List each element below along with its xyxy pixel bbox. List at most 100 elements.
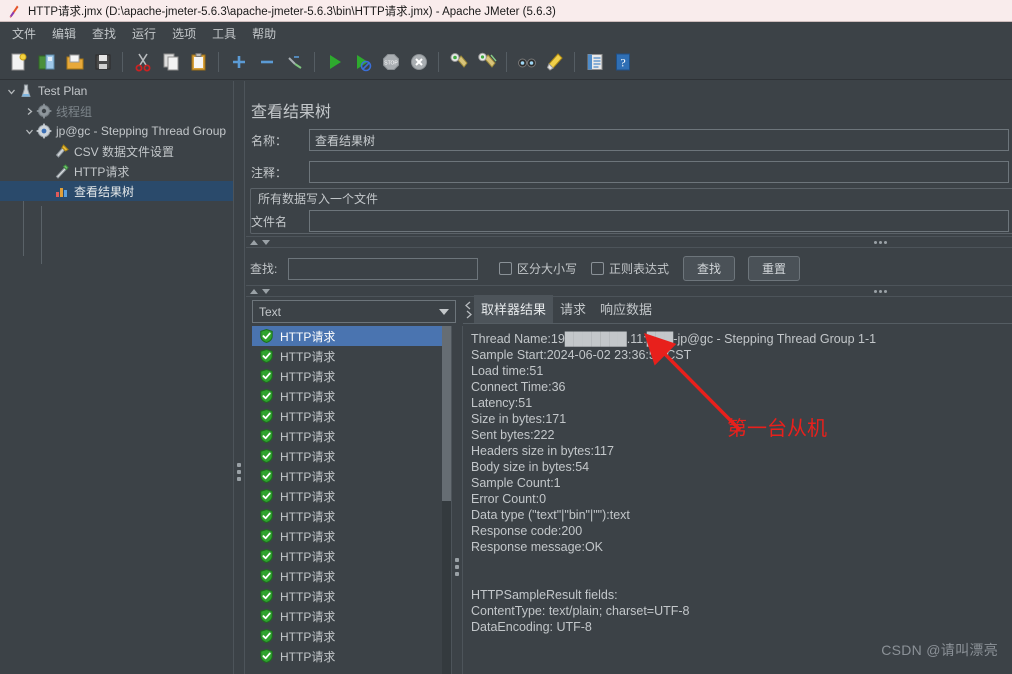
menu-edit[interactable]: 编辑	[44, 23, 84, 44]
tree-node-view-results-tree[interactable]: 查看结果树	[0, 181, 233, 201]
save-icon[interactable]	[89, 49, 116, 76]
result-list-item[interactable]: HTTP请求	[252, 386, 442, 406]
detail-line: Data type ("text"|"bin"|""):text	[471, 508, 630, 522]
toggle-icon[interactable]	[281, 49, 308, 76]
open-icon[interactable]	[61, 49, 88, 76]
renderer-select[interactable]: Text	[252, 300, 456, 323]
collapse-all-icon[interactable]	[253, 49, 280, 76]
collapse-down-icon[interactable]	[262, 288, 270, 294]
regex-checkbox[interactable]	[591, 262, 605, 275]
test-plan-tree[interactable]: Test Plan 线程组 jp@gc - Stepping Thread Gr…	[0, 81, 233, 674]
tree-node-stepping-thread-group[interactable]: jp@gc - Stepping Thread Group	[0, 121, 233, 141]
help-icon[interactable]: ?	[609, 49, 636, 76]
tree-guide-line	[41, 206, 42, 264]
result-list-item[interactable]: HTTP请求	[252, 546, 442, 566]
result-list-item[interactable]: HTTP请求	[252, 346, 442, 366]
filename-input[interactable]	[309, 210, 1009, 232]
chevron-down-icon[interactable]	[439, 308, 449, 315]
collapse-down-icon[interactable]	[262, 239, 270, 245]
tree-node-http-request[interactable]: HTTP请求	[0, 161, 233, 181]
tree-node-test-plan[interactable]: Test Plan	[0, 81, 233, 101]
chevron-down-icon[interactable]	[22, 124, 36, 138]
search-reset-icon[interactable]	[541, 49, 568, 76]
success-shield-icon	[260, 388, 273, 404]
tab-scroll-arrows-icon[interactable]	[463, 297, 474, 323]
menu-search[interactable]: 查找	[84, 23, 124, 44]
sampler-result-detail[interactable]: Thread Name:19███████.11:███-jp@gc - Ste…	[463, 326, 1012, 674]
name-label: 名称：	[251, 133, 288, 148]
tree-node-thread-group[interactable]: 线程组	[0, 101, 233, 121]
tree-panel-splitter[interactable]	[233, 81, 245, 674]
search-input[interactable]	[288, 257, 478, 280]
result-detail-splitter[interactable]	[451, 326, 463, 674]
result-list-item[interactable]: HTTP请求	[252, 526, 442, 546]
result-list-item[interactable]: HTTP请求	[252, 466, 442, 486]
detail-line: ContentType: text/plain; charset=UTF-8	[471, 604, 690, 618]
result-list-item[interactable]: HTTP请求	[252, 566, 442, 586]
reset-button[interactable]: 重置	[748, 256, 801, 281]
case-sensitive-checkbox[interactable]	[499, 262, 512, 275]
result-list-item[interactable]: HTTP请求	[252, 646, 442, 666]
copy-icon[interactable]	[157, 49, 184, 76]
result-list-item[interactable]: HTTP请求	[252, 606, 442, 626]
menu-help[interactable]: 帮助	[244, 23, 284, 44]
search-icon[interactable]	[513, 49, 540, 76]
tree-node-label: jp@gc - Stepping Thread Group	[56, 124, 227, 138]
splitter-grip[interactable]	[237, 463, 241, 484]
divider-dots[interactable]	[874, 240, 887, 244]
templates-icon[interactable]	[33, 49, 60, 76]
comment-input[interactable]	[309, 161, 1009, 183]
collapse-up-icon[interactable]	[250, 239, 258, 245]
success-shield-icon	[260, 408, 273, 424]
cut-icon[interactable]	[129, 49, 156, 76]
detail-line: Load time:51	[471, 364, 544, 378]
start-no-pauses-icon[interactable]	[349, 49, 376, 76]
clear-all-icon[interactable]	[473, 49, 500, 76]
shutdown-icon[interactable]	[405, 49, 432, 76]
result-list-item[interactable]: HTTP请求	[252, 366, 442, 386]
chevron-down-icon[interactable]	[4, 84, 18, 98]
result-list-item[interactable]: HTTP请求	[252, 586, 442, 606]
tree-node-csv-data-set[interactable]: CSV 数据文件设置	[0, 141, 233, 161]
find-button[interactable]: 查找	[683, 256, 736, 281]
result-list-item[interactable]: HTTP请求	[252, 486, 442, 506]
tab-request[interactable]: 请求	[553, 295, 593, 323]
function-helper-icon[interactable]	[581, 49, 608, 76]
divider-dots[interactable]	[874, 289, 887, 293]
start-icon[interactable]	[321, 49, 348, 76]
watermark: CSDN @请叫漂亮	[881, 642, 998, 658]
new-icon[interactable]	[5, 49, 32, 76]
panel-divider-top[interactable]	[246, 236, 1012, 248]
tree-node-label: 查看结果树	[74, 184, 135, 199]
result-list-scrollbar[interactable]	[442, 326, 451, 674]
result-list-item[interactable]: HTTP请求	[252, 626, 442, 646]
menu-options[interactable]: 选项	[164, 23, 204, 44]
menu-run[interactable]: 运行	[124, 23, 164, 44]
result-list-item-label: HTTP请求	[280, 649, 336, 664]
menu-bar: 文件 编辑 查找 运行 选项 工具 帮助	[0, 22, 1012, 45]
test-plan-icon	[18, 83, 34, 99]
toolbar-separator	[506, 52, 507, 72]
result-list-item[interactable]: HTTP请求	[252, 426, 442, 446]
name-input[interactable]	[309, 129, 1009, 151]
chevron-right-icon[interactable]	[22, 104, 36, 118]
splitter-grip[interactable]	[455, 558, 459, 579]
result-list-item[interactable]: HTTP请求	[252, 406, 442, 426]
result-list-item[interactable]: HTTP请求	[252, 446, 442, 466]
sampler-result-list[interactable]: HTTP请求 HTTP请求 HTTP请求 HTTP请求 HTTP请求 HTTP请求 HTTP…	[252, 326, 442, 674]
tab-sampler-result[interactable]: 取样器结果	[474, 295, 554, 323]
paste-icon[interactable]	[185, 49, 212, 76]
result-list-item[interactable]: HTTP请求	[252, 506, 442, 526]
clear-icon[interactable]	[445, 49, 472, 76]
collapse-up-icon[interactable]	[250, 288, 258, 294]
menu-tools[interactable]: 工具	[204, 23, 244, 44]
scrollbar-thumb[interactable]	[442, 326, 451, 501]
stop-icon[interactable]: STOP	[377, 49, 404, 76]
menu-file[interactable]: 文件	[4, 23, 44, 44]
expand-all-icon[interactable]	[225, 49, 252, 76]
jmeter-window: HTTP请求.jmx (D:\apache-jmeter-5.6.3\apach…	[0, 0, 1012, 674]
write-all-data-legend: 所有数据写入一个文件	[254, 190, 383, 207]
detail-line: Body size in bytes:54	[471, 460, 590, 474]
result-list-item[interactable]: HTTP请求	[252, 326, 442, 346]
tab-response-data[interactable]: 响应数据	[593, 295, 659, 323]
